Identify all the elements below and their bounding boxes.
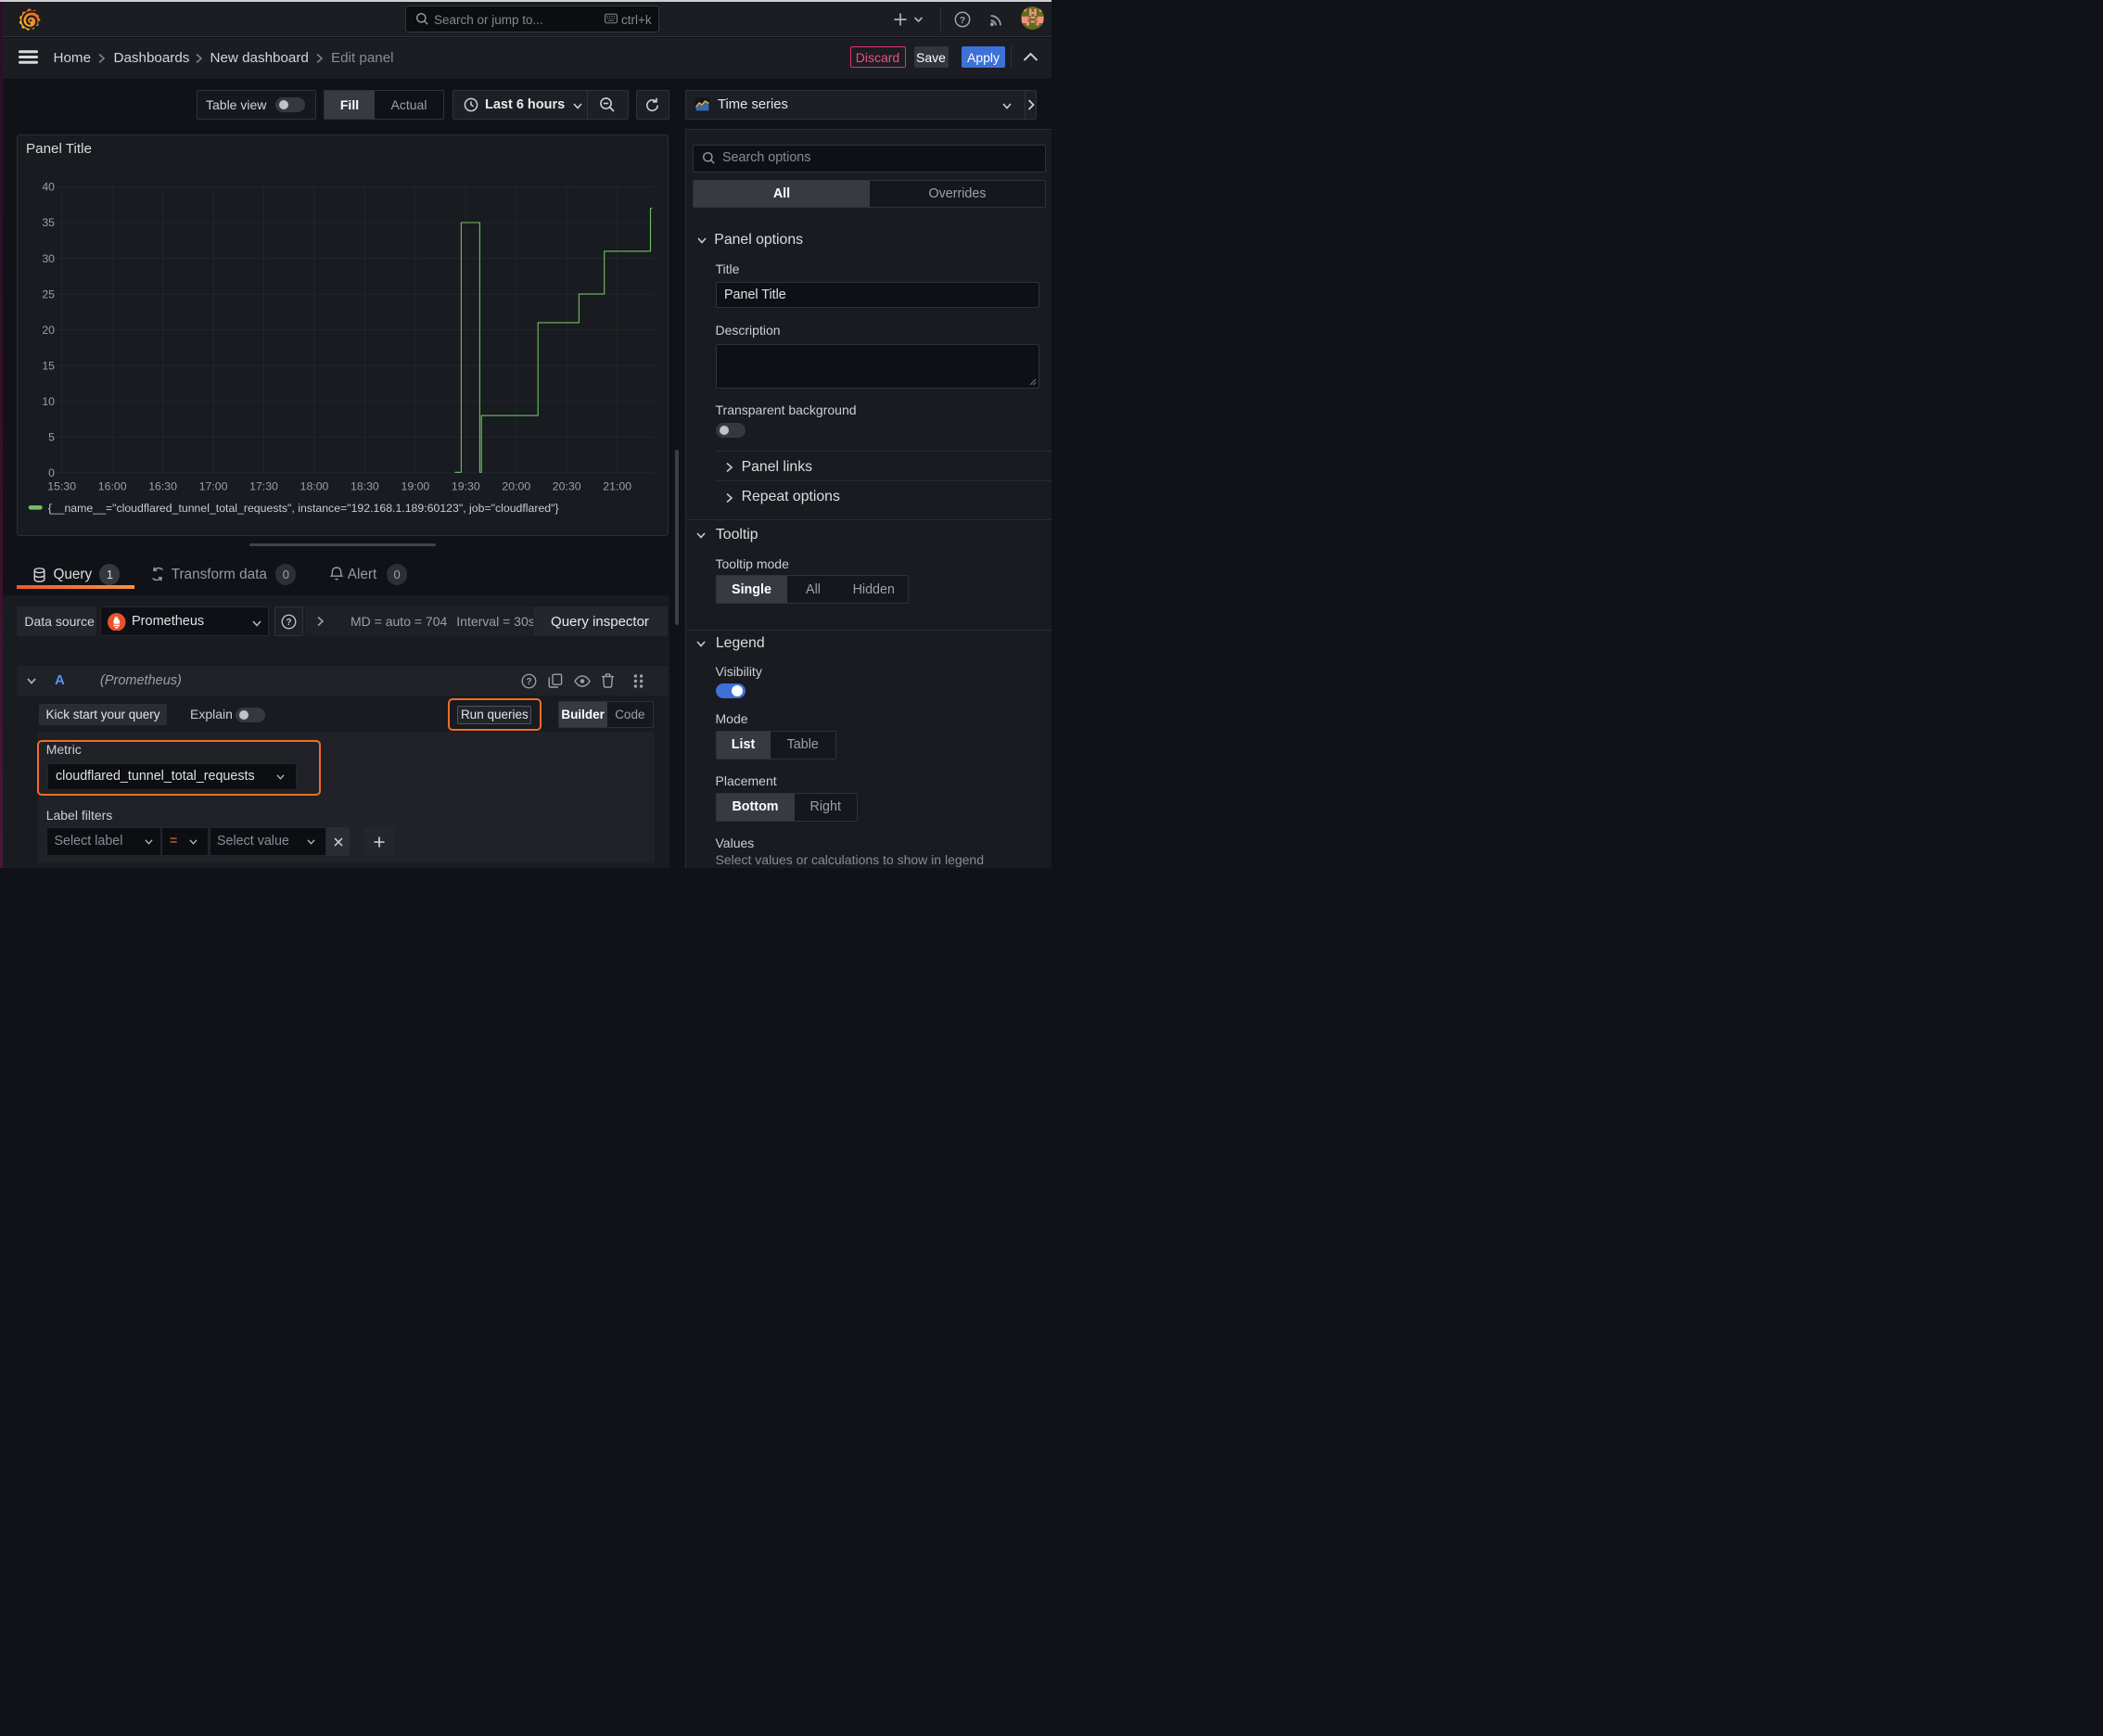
svg-text:18:30: 18:30 [350, 479, 379, 492]
svg-text:17:00: 17:00 [199, 479, 228, 492]
svg-text:17:30: 17:30 [249, 479, 278, 492]
svg-text:20:30: 20:30 [553, 479, 581, 492]
svg-text:19:00: 19:00 [401, 479, 430, 492]
svg-text:5: 5 [48, 430, 55, 443]
svg-text:?: ? [286, 618, 291, 628]
svg-text:25: 25 [43, 287, 56, 300]
svg-text:16:00: 16:00 [98, 479, 127, 492]
svg-text:20:00: 20:00 [503, 479, 531, 492]
svg-text:?: ? [526, 677, 531, 687]
svg-text:35: 35 [43, 216, 56, 229]
svg-text:?: ? [960, 15, 965, 26]
svg-text:18:00: 18:00 [300, 479, 329, 492]
svg-text:0: 0 [48, 466, 55, 479]
svg-text:15: 15 [43, 359, 56, 372]
svg-text:20: 20 [43, 323, 56, 336]
svg-text:19:30: 19:30 [452, 479, 480, 492]
svg-text:15:30: 15:30 [48, 479, 77, 492]
svg-text:30: 30 [43, 251, 56, 264]
svg-text:{__name__="cloudflared_tunnel_: {__name__="cloudflared_tunnel_total_requ… [48, 501, 559, 514]
svg-text:40: 40 [43, 180, 56, 193]
svg-text:10: 10 [43, 394, 56, 407]
svg-text:16:30: 16:30 [149, 479, 178, 492]
svg-text:21:00: 21:00 [604, 479, 632, 492]
